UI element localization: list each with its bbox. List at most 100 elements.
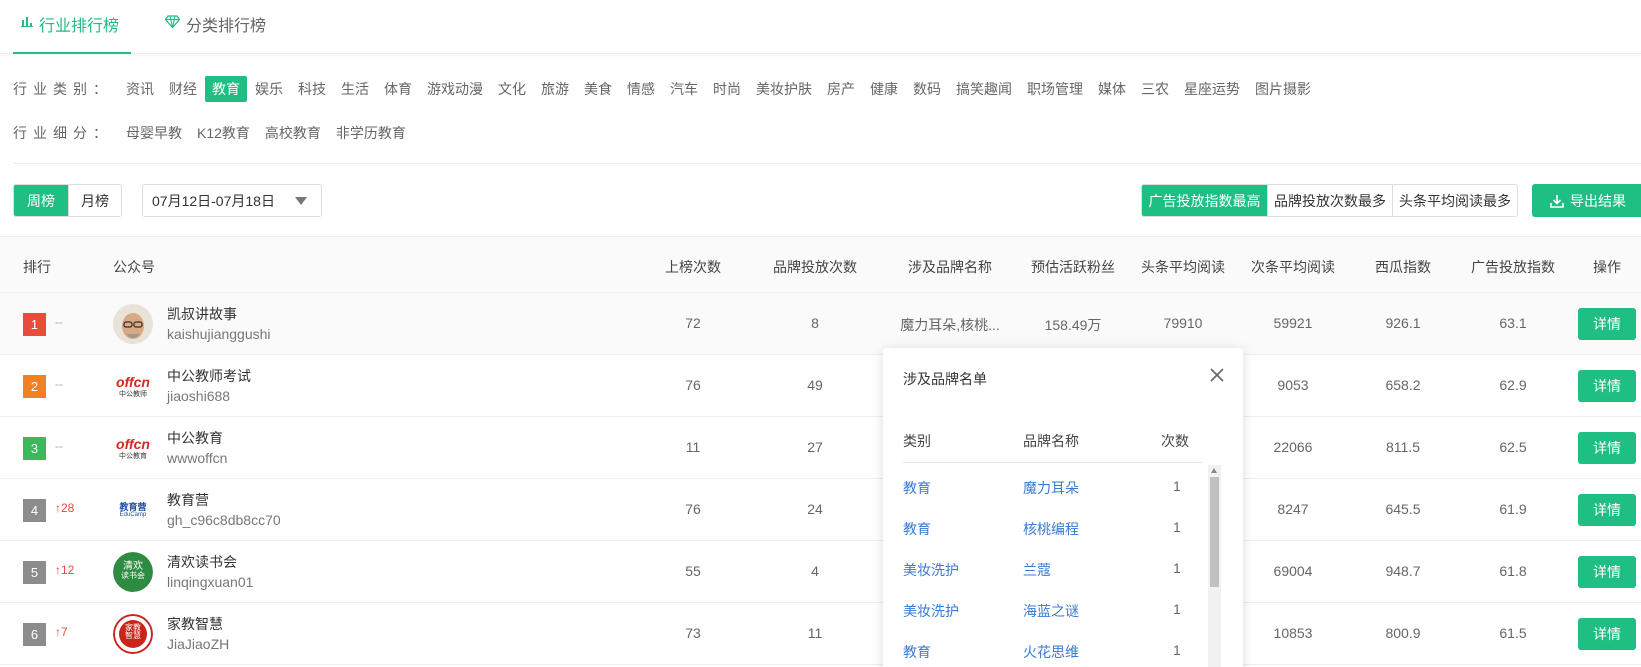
detail-button[interactable]: 详情 bbox=[1578, 618, 1636, 650]
industry-type-option[interactable]: 体育 bbox=[377, 76, 419, 102]
popover-brand-link[interactable]: 兰蔻 bbox=[1023, 560, 1051, 580]
popover-brand-link[interactable]: 核桃编程 bbox=[1023, 519, 1079, 539]
industry-sub-option[interactable]: 高校教育 bbox=[258, 120, 328, 146]
industry-type-option[interactable]: 汽车 bbox=[663, 76, 705, 102]
industry-type-option[interactable]: 美食 bbox=[577, 76, 619, 102]
header-fans: 预估活跃粉丝 bbox=[1031, 259, 1115, 275]
industry-type-option[interactable]: 文化 bbox=[491, 76, 533, 102]
cell-times-listed: 72 bbox=[685, 315, 701, 331]
popover-category-link[interactable]: 美妆洗护 bbox=[903, 560, 959, 580]
popover-count: 1 bbox=[1173, 601, 1181, 617]
popover-brand-link[interactable]: 火花思维 bbox=[1023, 642, 1079, 662]
cell-head-read: 79910 bbox=[1163, 315, 1203, 331]
industry-type-option[interactable]: 健康 bbox=[863, 76, 905, 102]
popover-header-brand: 品牌名称 bbox=[1023, 433, 1079, 449]
detail-button[interactable]: 详情 bbox=[1578, 494, 1636, 526]
industry-type-option[interactable]: 科技 bbox=[291, 76, 333, 102]
header-head-read: 头条平均阅读 bbox=[1141, 259, 1225, 275]
tab-category-ranking[interactable]: 分类排行榜 bbox=[165, 12, 266, 54]
cell-times-listed: 11 bbox=[685, 439, 701, 455]
tab-industry-ranking[interactable]: 行业排行榜 bbox=[13, 12, 132, 54]
cell-brand-ads: 27 bbox=[807, 439, 823, 455]
industry-sub-option[interactable]: K12教育 bbox=[190, 120, 257, 146]
cell-brand-ads: 24 bbox=[807, 501, 823, 517]
sort-ad-index-button[interactable]: 广告投放指数最高 bbox=[1142, 185, 1267, 216]
close-icon[interactable] bbox=[1209, 367, 1225, 383]
cell-ad-index: 62.9 bbox=[1499, 377, 1527, 393]
industry-type-option[interactable]: 时尚 bbox=[706, 76, 748, 102]
scroll-up-arrow-icon[interactable] bbox=[1211, 468, 1217, 473]
industry-type-option[interactable]: 搞笑趣闻 bbox=[949, 76, 1019, 102]
popover-header-divider bbox=[903, 462, 1203, 463]
industry-type-option[interactable]: 星座运势 bbox=[1177, 76, 1247, 102]
popover-brand-link[interactable]: 魔力耳朵 bbox=[1023, 478, 1079, 498]
industry-type-option[interactable]: 三农 bbox=[1134, 76, 1176, 102]
account-name[interactable]: 中公教师考试 bbox=[167, 366, 251, 386]
account-name[interactable]: 家教智慧 bbox=[167, 614, 223, 634]
account-name[interactable]: 中公教育 bbox=[167, 428, 223, 448]
account-id: wwwoffcn bbox=[167, 450, 228, 466]
detail-button[interactable]: 详情 bbox=[1578, 370, 1636, 402]
header-brands: 涉及品牌名称 bbox=[908, 259, 992, 275]
industry-sub-option[interactable]: 非学历教育 bbox=[329, 120, 413, 146]
table-row: 4 ↑28 教育营 EduCamp 教育营 gh_c96c8db8cc70 76 24 8247… bbox=[0, 479, 1641, 541]
weekly-button[interactable]: 周榜 bbox=[14, 185, 68, 216]
detail-button[interactable]: 详情 bbox=[1578, 432, 1636, 464]
avatar-logo-text: offcn bbox=[116, 435, 150, 452]
cell-second-read: 9053 bbox=[1277, 377, 1309, 393]
date-range-select[interactable]: 07月12日-07月18日 bbox=[142, 184, 322, 217]
sort-brand-ads-button[interactable]: 品牌投放次数最多 bbox=[1267, 185, 1392, 216]
sort-head-read-button[interactable]: 头条平均阅读最多 bbox=[1392, 185, 1517, 216]
popover-category-link[interactable]: 教育 bbox=[903, 478, 931, 498]
account-name[interactable]: 清欢读书会 bbox=[167, 552, 237, 572]
industry-type-option[interactable]: 职场管理 bbox=[1020, 76, 1090, 102]
industry-type-option[interactable]: 财经 bbox=[162, 76, 204, 102]
avatar-logo-subtext: EduCamp bbox=[119, 511, 147, 518]
popover-category-link[interactable]: 教育 bbox=[903, 519, 931, 539]
account-name[interactable]: 教育营 bbox=[167, 490, 209, 510]
header-times-listed: 上榜次数 bbox=[665, 259, 721, 275]
cell-second-read: 10853 bbox=[1273, 625, 1313, 641]
industry-type-option[interactable]: 游戏动漫 bbox=[420, 76, 490, 102]
industry-type-option[interactable]: 教育 bbox=[205, 76, 247, 102]
industry-type-option[interactable]: 数码 bbox=[906, 76, 948, 102]
popover-count: 1 bbox=[1173, 642, 1181, 658]
header-rank: 排行 bbox=[23, 259, 51, 275]
cell-xigua: 800.9 bbox=[1385, 625, 1421, 641]
cell-fans: 158.49万 bbox=[1044, 317, 1102, 333]
cell-brands: 魔力耳朵,核桃... bbox=[900, 317, 1000, 333]
monthly-button[interactable]: 月榜 bbox=[68, 185, 121, 216]
rank-badge: 5 bbox=[23, 561, 46, 584]
industry-type-option[interactable]: 图片摄影 bbox=[1248, 76, 1318, 102]
industry-type-option[interactable]: 美妆护肤 bbox=[749, 76, 819, 102]
account-name[interactable]: 凯叔讲故事 bbox=[167, 304, 237, 324]
popover-category-link[interactable]: 教育 bbox=[903, 642, 931, 662]
export-button[interactable]: 导出结果 bbox=[1532, 184, 1641, 217]
date-range-value: 07月12日-07月18日 bbox=[152, 192, 275, 209]
ranking-tabs: 行业排行榜 分类排行榜 bbox=[0, 0, 1641, 54]
diamond-icon bbox=[165, 15, 180, 28]
table-row: 1 -- 凯叔讲故事 kaishujianggushi 72 8 魔力耳朵,核桃... 158… bbox=[0, 293, 1641, 355]
industry-sub-option[interactable]: 母婴早教 bbox=[119, 120, 189, 146]
popover-brand-link[interactable]: 海蓝之谜 bbox=[1023, 601, 1079, 621]
detail-button[interactable]: 详情 bbox=[1578, 556, 1636, 588]
rank-badge: 1 bbox=[23, 313, 46, 336]
industry-sub-options: 母婴早教 K12教育 高校教育 非学历教育 bbox=[119, 120, 414, 146]
industry-type-option[interactable]: 媒体 bbox=[1091, 76, 1133, 102]
industry-type-option[interactable]: 房产 bbox=[820, 76, 862, 102]
industry-type-option[interactable]: 情感 bbox=[620, 76, 662, 102]
cell-brand-ads: 8 bbox=[811, 315, 819, 331]
popover-scrollbar[interactable] bbox=[1208, 465, 1221, 667]
industry-type-option[interactable]: 旅游 bbox=[534, 76, 576, 102]
industry-type-option[interactable]: 资讯 bbox=[119, 76, 161, 102]
scroll-thumb[interactable] bbox=[1210, 477, 1219, 587]
table-row: 3 -- offcn 中公教育 中公教育 wwwoffcn 11 27 22066 811.5 62… bbox=[0, 417, 1641, 479]
popover-count: 1 bbox=[1173, 560, 1181, 576]
popover-category-link[interactable]: 美妆洗护 bbox=[903, 601, 959, 621]
industry-type-option[interactable]: 娱乐 bbox=[248, 76, 290, 102]
period-toggle: 周榜 月榜 bbox=[13, 184, 122, 217]
industry-type-option[interactable]: 生活 bbox=[334, 76, 376, 102]
header-brand-ads: 品牌投放次数 bbox=[773, 259, 857, 275]
avatar: 家教 智慧 bbox=[113, 614, 153, 654]
detail-button[interactable]: 详情 bbox=[1578, 308, 1636, 340]
